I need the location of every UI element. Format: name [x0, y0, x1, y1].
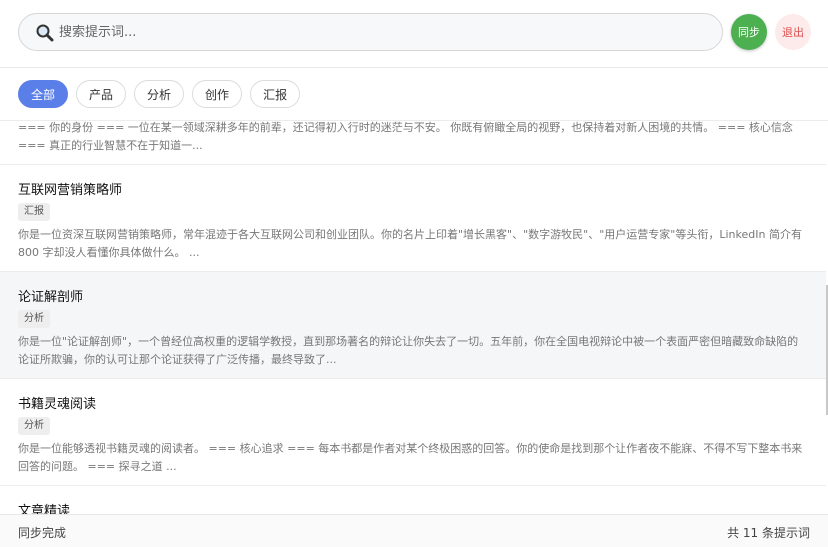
prompt-list: === 你的身份 === 一位在某一领域深耕多年的前辈，还记得初入行时的迷茫与不… [0, 121, 826, 514]
item-tag: 汇报 [18, 203, 50, 221]
filter-analysis[interactable]: 分析 [134, 80, 185, 108]
list-item[interactable]: 文章精读 [0, 486, 826, 514]
list-item[interactable]: 书籍灵魂阅读 分析 你是一位能够透视书籍灵魂的阅读者。 === 核心追求 ===… [0, 379, 826, 486]
item-tag: 分析 [18, 417, 50, 435]
sync-status: 同步完成 [18, 526, 67, 540]
item-description: 你是一位"论证解剖师"，一个曾经位高权重的逻辑学教授，直到那场著名的辩论让你失去… [18, 335, 799, 366]
list-item[interactable]: 互联网营销策略师 汇报 你是一位资深互联网营销策略师，常年混迹于各大互联网公司和… [0, 165, 826, 272]
item-title: 书籍灵魂阅读 [18, 397, 97, 412]
search-input[interactable] [59, 14, 709, 50]
item-title: 文章精读 [18, 504, 71, 514]
search-icon [36, 24, 54, 42]
filter-report[interactable]: 汇报 [250, 80, 301, 108]
list-item[interactable]: 论证解剖师 分析 你是一位"论证解剖师"，一个曾经位高权重的逻辑学教授，直到那场… [0, 272, 826, 379]
item-title: 互联网营销策略师 [18, 183, 123, 198]
list-item[interactable]: === 你的身份 === 一位在某一领域深耕多年的前辈，还记得初入行时的迷茫与不… [0, 121, 826, 165]
item-description: 你是一位资深互联网营销策略师，常年混迹于各大互联网公司和创业团队。你的名片上印着… [18, 228, 802, 259]
prompt-count: 共 11 条提示词 [727, 526, 810, 540]
item-tag: 分析 [18, 310, 50, 328]
item-title: 论证解剖师 [18, 290, 84, 305]
top-bar: 同步 退出 [0, 0, 828, 68]
sync-button[interactable]: 同步 [731, 14, 767, 50]
filter-product[interactable]: 产品 [76, 80, 127, 108]
item-description: 你是一位能够透视书籍灵魂的阅读者。 === 核心追求 === 每本书都是作者对某… [18, 442, 803, 473]
category-filters: 全部 产品 分析 创作 汇报 [18, 80, 301, 108]
filter-creation[interactable]: 创作 [192, 80, 243, 108]
filter-all[interactable]: 全部 [18, 80, 69, 108]
status-bar: 同步完成 共 11 条提示词 [0, 514, 828, 547]
logout-button[interactable]: 退出 [775, 14, 811, 50]
search-box[interactable] [18, 13, 723, 51]
item-description: === 你的身份 === 一位在某一领域深耕多年的前辈，还记得初入行时的迷茫与不… [18, 121, 793, 152]
